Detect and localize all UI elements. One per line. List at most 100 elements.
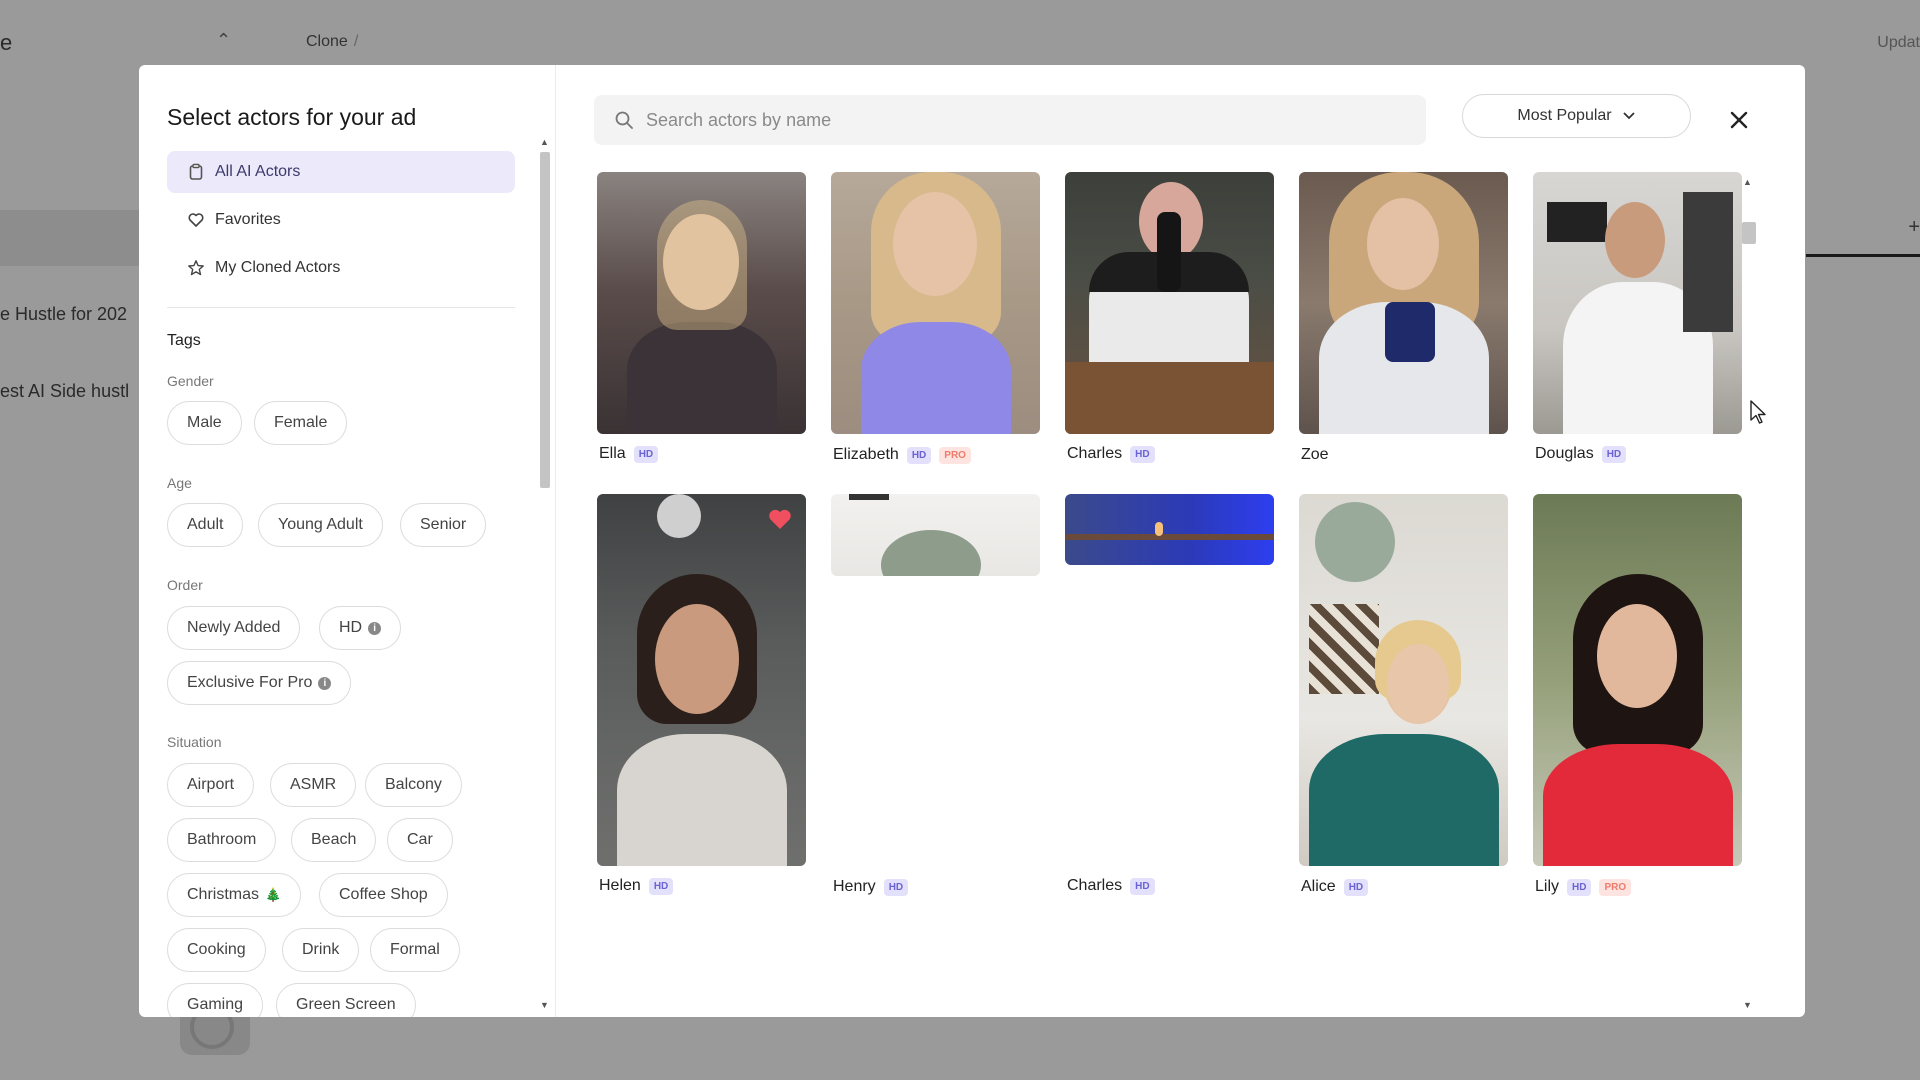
- chip-beach[interactable]: Beach: [291, 818, 377, 862]
- chip-airport[interactable]: Airport: [167, 763, 255, 807]
- chip-female[interactable]: Female: [254, 401, 348, 445]
- actor-thumbnail-loading: [831, 494, 1040, 576]
- scroll-up-arrow-icon[interactable]: ▲: [1743, 177, 1752, 187]
- chip-christmas[interactable]: Christmas 🎄: [167, 873, 302, 917]
- info-icon: i: [318, 676, 332, 690]
- scroll-down-arrow-icon[interactable]: ▼: [540, 1000, 549, 1010]
- scroll-up-arrow-icon[interactable]: ▲: [540, 137, 549, 147]
- actor-name: Helen: [599, 877, 641, 894]
- close-icon: [1730, 111, 1748, 129]
- actor-selection-modal: Select actors for your ad All AI Actors …: [139, 65, 1805, 1017]
- chip-drink[interactable]: Drink: [282, 928, 360, 972]
- hd-badge: HD: [1130, 445, 1155, 463]
- actor-name: Elizabeth: [833, 446, 899, 463]
- sort-dropdown[interactable]: Most Popular: [1462, 94, 1691, 138]
- chip-label: HD: [339, 619, 363, 636]
- chip-senior[interactable]: Senior: [400, 503, 487, 547]
- hd-badge: HD: [1567, 878, 1592, 896]
- filters-scrollbar-thumb[interactable]: [540, 152, 550, 488]
- chip-label: Christmas: [187, 886, 260, 903]
- chip-young-adult[interactable]: Young Adult: [258, 503, 383, 547]
- mouse-cursor-icon: [1750, 400, 1766, 424]
- nav-my-cloned-actors[interactable]: My Cloned Actors: [167, 247, 515, 289]
- tags-heading: Tags: [167, 332, 201, 349]
- search-bar[interactable]: [594, 95, 1426, 145]
- bg-sidebar-highlight: [0, 210, 140, 266]
- actor-label: Elizabeth HD PRO: [833, 446, 971, 464]
- bg-sidebar-item: est AI Side hustl: [0, 381, 130, 401]
- actor-thumbnail: [1299, 494, 1508, 866]
- chip-bathroom[interactable]: Bathroom: [167, 818, 277, 862]
- hd-badge: HD: [1130, 877, 1155, 895]
- actor-name: Charles: [1067, 877, 1123, 894]
- search-icon: [615, 111, 633, 129]
- chip-balcony[interactable]: Balcony: [365, 763, 462, 807]
- christmas-tree-icon: 🎄: [265, 887, 282, 902]
- breadcrumb-item: Clone: [306, 33, 348, 50]
- hd-badge: HD: [906, 446, 932, 464]
- actor-thumbnail: [597, 172, 806, 434]
- bg-project-title: e: [0, 30, 13, 55]
- actor-label: Ella HD: [599, 445, 659, 463]
- actor-label: Charles HD: [1067, 877, 1155, 895]
- nav-favorites[interactable]: Favorites: [167, 199, 515, 241]
- chip-label: Exclusive For Pro: [187, 674, 313, 691]
- pro-badge: PRO: [939, 446, 971, 464]
- chip-adult[interactable]: Adult: [167, 503, 244, 547]
- nav-label: Favorites: [215, 211, 281, 228]
- chip-formal[interactable]: Formal: [370, 928, 460, 972]
- breadcrumb: Clone /: [306, 33, 358, 51]
- actor-name: Zoe: [1301, 446, 1329, 463]
- modal-title: Select actors for your ad: [167, 104, 417, 130]
- actor-label: Henry HD: [833, 878, 909, 896]
- bg-divider: [1806, 254, 1920, 257]
- actor-name: Charles: [1067, 445, 1123, 462]
- pro-badge: PRO: [1599, 878, 1632, 896]
- divider: [167, 307, 515, 308]
- heart-filled-icon[interactable]: [768, 508, 792, 530]
- scroll-down-arrow-icon[interactable]: ▼: [1743, 1000, 1752, 1010]
- actor-label: Zoe: [1301, 446, 1329, 464]
- star-icon: [188, 260, 204, 276]
- actor-label: Lily HD PRO: [1535, 878, 1632, 896]
- actor-thumbnail-loading: [1065, 494, 1274, 565]
- actors-scrollbar-thumb[interactable]: [1742, 222, 1756, 244]
- hd-badge: HD: [633, 445, 659, 463]
- chip-hd[interactable]: HD i: [319, 606, 402, 650]
- close-button[interactable]: [1722, 103, 1756, 137]
- nav-all-ai-actors[interactable]: All AI Actors: [167, 151, 515, 193]
- chip-cooking[interactable]: Cooking: [167, 928, 266, 972]
- actor-thumbnail: [1065, 172, 1274, 434]
- hd-badge: HD: [1601, 445, 1627, 463]
- actor-label: Douglas HD: [1535, 445, 1627, 463]
- actor-label: Charles HD: [1067, 445, 1155, 463]
- actor-name: Ella: [599, 445, 626, 462]
- actor-thumbnail: [1533, 172, 1742, 434]
- chip-male[interactable]: Male: [167, 401, 242, 445]
- chip-asmr[interactable]: ASMR: [270, 763, 357, 807]
- plus-icon: +: [1908, 216, 1920, 238]
- chip-coffee-shop[interactable]: Coffee Shop: [319, 873, 448, 917]
- search-input[interactable]: [646, 109, 1406, 131]
- actor-thumbnail: [831, 172, 1040, 434]
- actor-thumbnail: [1533, 494, 1742, 866]
- actor-name: Lily: [1535, 878, 1560, 895]
- chip-car[interactable]: Car: [387, 818, 453, 862]
- actor-name: Douglas: [1535, 445, 1594, 462]
- hd-badge: HD: [883, 878, 909, 896]
- nav-label: My Cloned Actors: [215, 259, 341, 276]
- order-label: Order: [167, 577, 203, 593]
- chip-newly-added[interactable]: Newly Added: [167, 606, 301, 650]
- actor-name: Alice: [1301, 878, 1336, 895]
- chevron-updown-icon: ⌃: [216, 30, 232, 50]
- chip-gaming[interactable]: Gaming: [167, 983, 264, 1017]
- info-icon: i: [368, 621, 382, 635]
- chip-exclusive-for-pro[interactable]: Exclusive For Pro i: [167, 661, 352, 705]
- actor-thumbnail: [597, 494, 806, 866]
- chip-green-screen[interactable]: Green Screen: [276, 983, 416, 1017]
- actor-label: Helen HD: [599, 877, 674, 895]
- bg-update-button: Updat: [1877, 34, 1920, 51]
- gender-label: Gender: [167, 373, 214, 389]
- hd-badge: HD: [1343, 878, 1369, 896]
- hd-badge: HD: [648, 877, 674, 895]
